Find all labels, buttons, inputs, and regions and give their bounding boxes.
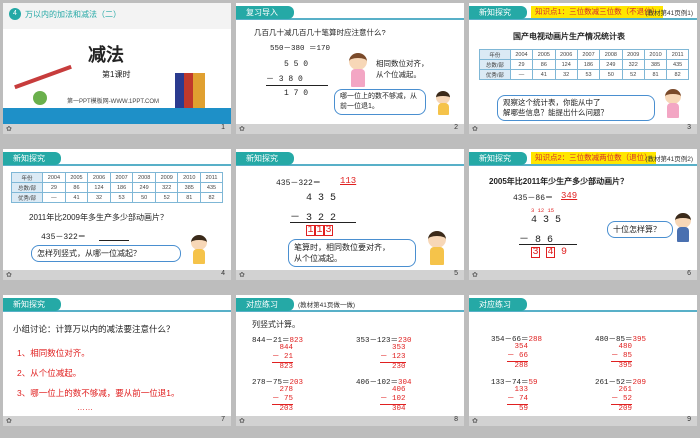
vertical-2: 353 － 123 230 bbox=[380, 344, 406, 371]
equation-answer: 113 bbox=[340, 176, 357, 186]
slide-thumb-8[interactable]: 对应练习 (教材第41页做一做) 列竖式计算。 844－21＝823 844 － … bbox=[236, 295, 464, 426]
footer-bar: ✿ 2 bbox=[236, 124, 464, 134]
section-tag: 对应练习 bbox=[236, 298, 294, 311]
footer-bar: ✿ 5 bbox=[236, 270, 464, 280]
boy-icon bbox=[675, 213, 691, 243]
table-row: 年份 2004 2005 2006 2007 2008 2009 2010 2011 bbox=[479, 49, 689, 60]
lesson-label: 第1课时 bbox=[102, 70, 131, 79]
slide-thumb-6[interactable]: 新知探究 知识点2：三位数减两位数（退位） (教材第41页例2) 2005年比2… bbox=[469, 149, 697, 280]
unit-badge: 4 bbox=[9, 8, 21, 20]
vertical-row-1: 4 3 5 bbox=[531, 215, 562, 226]
knowledge-point: 知识点2：三位数减两位数（退位） bbox=[531, 152, 656, 164]
table-row: 总数/部 29 86 124 186 249 322 385 435 bbox=[479, 59, 689, 70]
textbook-ref: (教材第41页例1) bbox=[645, 10, 693, 17]
apple-image bbox=[33, 91, 47, 105]
vertical-2: 480 － 85 395 bbox=[611, 343, 633, 370]
point-3: 3、哪一位上的数不够减，要从前一位退1。 bbox=[17, 388, 180, 398]
vertical-result: 3 4 9 bbox=[531, 247, 568, 258]
vertical-4: 406 － 102 304 bbox=[380, 386, 406, 413]
answer-blank bbox=[99, 240, 129, 241]
question-text: 几百几十减几百几十笔算时应注意什么? bbox=[254, 28, 386, 37]
equation: 435－86＝ bbox=[513, 194, 554, 203]
desk-image bbox=[3, 108, 231, 124]
point-2: 2、从个位减起。 bbox=[17, 368, 82, 378]
girl-icon bbox=[665, 89, 681, 119]
slide-thumb-3[interactable]: 新知探究 知识点1：三位数减三位数（不退位） (教材第41页例1) 国产电视动画… bbox=[469, 3, 697, 134]
textbook-ref: (教材第41页做一做) bbox=[298, 302, 356, 309]
footer-bar: ✿ 6 bbox=[469, 270, 697, 280]
section-tag: 复习导入 bbox=[236, 6, 294, 19]
borrow-marks: 3 12 15 bbox=[531, 207, 555, 214]
question-text: 2011年比2009年多生产多少部动画片？ bbox=[29, 213, 168, 222]
stats-table: 年份 2004 2005 2006 2007 2008 2009 2010 2011 总数/部 2… bbox=[10, 172, 223, 203]
table-title: 国产电视动画片生产情况统计表 bbox=[513, 32, 625, 41]
boy-icon bbox=[436, 91, 450, 115]
footer-bar: ✿ 3 bbox=[469, 124, 697, 134]
table-row: 总数/部 29 86 124 186 249 322 385 435 bbox=[10, 182, 223, 193]
question-bubble: 十位怎样算？ bbox=[607, 221, 673, 238]
equation-answer: 349 bbox=[561, 191, 578, 201]
equation: 435－322＝ bbox=[41, 233, 86, 242]
tip-bubble: 哪一位上的数不够减，从 前一位退1。 bbox=[334, 89, 426, 115]
vertical-1: 844 － 21 823 bbox=[272, 344, 294, 371]
vertical-row-1: 5 5 0 bbox=[284, 60, 309, 69]
knowledge-point: 知识点1：三位数减三位数（不退位） bbox=[531, 6, 664, 18]
vertical-3: 133 － 74 59 bbox=[507, 386, 529, 413]
section-tag: 对应练习 bbox=[469, 298, 527, 311]
point-1: 1、相同数位对齐。 bbox=[17, 348, 90, 358]
equation: 550－380 ＝170 bbox=[270, 45, 331, 53]
website-text: 第一PPT模板网-WWW.1PPT.COM bbox=[67, 99, 159, 105]
boy-icon bbox=[191, 235, 207, 265]
vertical-4: 261 － 52 209 bbox=[611, 386, 633, 413]
slide-thumb-5[interactable]: 新知探究 435－322＝ 113 4 3 5 － 3 2 2 113 笔算时，… bbox=[236, 149, 464, 280]
section-tag: 新知探究 bbox=[236, 152, 294, 165]
question-bubble: 怎样列竖式，从哪一位减起？ bbox=[31, 245, 181, 262]
vertical-result: 1 7 0 bbox=[284, 89, 309, 98]
footer-bar: ✿ 9 bbox=[469, 416, 697, 426]
vertical-3: 278 － 75 203 bbox=[272, 386, 294, 413]
footer-bar: ✿ 8 bbox=[236, 416, 464, 426]
pencil-image bbox=[14, 64, 72, 90]
question-bubble: 观察这个统计表，你能从中了 解哪些信息？能提出什么问题？ bbox=[497, 95, 655, 121]
vertical-line bbox=[519, 244, 577, 245]
footer-bar: ✿ 7 bbox=[3, 416, 231, 426]
question-text: 2005年比2011年少生产多少部动画片？ bbox=[489, 177, 629, 186]
vertical-line bbox=[266, 85, 328, 86]
slide-icon: ✿ bbox=[6, 126, 12, 133]
exercise-title: 列竖式计算。 bbox=[252, 320, 300, 329]
tip-bubble: 笔算时，相同数位要对齐， 从个位减起。 bbox=[288, 239, 416, 267]
section-tag: 新知探究 bbox=[3, 298, 61, 311]
vertical-1: 354 － 66 288 bbox=[507, 343, 529, 370]
table-row: 优秀/部 —41 32 53 50 52 81 82 bbox=[10, 192, 223, 203]
books-image bbox=[175, 73, 205, 108]
table-row: 优秀/部 —41 32 53 50 52 81 82 bbox=[479, 69, 689, 80]
section-tag: 新知探究 bbox=[469, 152, 527, 165]
equation: 435－322＝ bbox=[276, 179, 321, 188]
section-tag: 新知探究 bbox=[3, 152, 61, 165]
slide-thumb-4[interactable]: 新知探究 年份 2004 2005 2006 2007 2008 2009 2010 2011 … bbox=[3, 149, 231, 280]
vertical-row-1: 4 3 5 bbox=[306, 193, 337, 204]
textbook-ref: (教材第41页例2) bbox=[645, 156, 693, 163]
footer-bar: ✿ 4 bbox=[3, 270, 231, 280]
slide-thumb-1[interactable]: 4 万以内的加法和减法（二） 减法 第1课时 第一PPT模板网-WWW.1PPT… bbox=[3, 3, 231, 134]
tip-1b: 从个位减起。 bbox=[376, 70, 421, 79]
section-tag: 新知探究 bbox=[469, 6, 527, 19]
girl-icon bbox=[349, 53, 367, 87]
table-row: 年份 2004 2005 2006 2007 2008 2009 2010 2011 bbox=[10, 172, 223, 183]
vertical-result: 113 bbox=[306, 225, 333, 236]
slide-thumb-2[interactable]: 复习导入 几百几十减几百几十笔算时应注意什么? 550－380 ＝170 5 5… bbox=[236, 3, 464, 134]
slide-thumb-7[interactable]: 新知探究 小组讨论：计算万以内的减法要注意什么？ 1、相同数位对齐。 2、从个位… bbox=[3, 295, 231, 426]
footer-bar: ✿ 1 bbox=[3, 124, 231, 134]
point-4: …… bbox=[77, 403, 93, 412]
vertical-line bbox=[290, 222, 356, 223]
vertical-row-2: － 3 8 0 bbox=[266, 75, 303, 84]
stats-table: 年份 2004 2005 2006 2007 2008 2009 2010 2011 总数/部 2… bbox=[479, 49, 689, 80]
slide-title: 减法 bbox=[88, 45, 124, 65]
tip-1a: 相同数位对齐， bbox=[376, 59, 429, 68]
unit-title: 万以内的加法和减法（二） bbox=[25, 10, 121, 19]
discussion-title: 小组讨论：计算万以内的减法要注意什么？ bbox=[13, 324, 175, 334]
boy-icon bbox=[428, 231, 446, 265]
slide-thumb-9[interactable]: 对应练习 354－66＝288 354 － 66 288 480－85＝395 48… bbox=[469, 295, 697, 426]
